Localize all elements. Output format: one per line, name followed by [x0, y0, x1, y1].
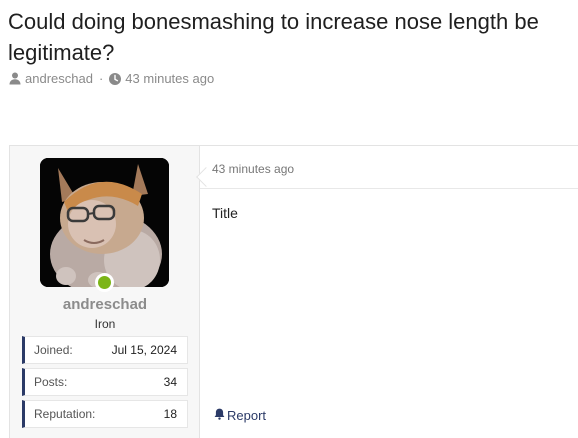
- stat-label: Posts:: [34, 375, 68, 389]
- thread-time-link[interactable]: 43 minutes ago: [125, 71, 214, 86]
- bell-icon: [214, 408, 225, 423]
- post-date-link[interactable]: 43 minutes ago: [212, 162, 294, 176]
- report-button[interactable]: Report: [214, 408, 266, 423]
- clock-icon: [109, 72, 122, 85]
- stat-label: Joined:: [34, 343, 73, 357]
- post-header-divider: [200, 188, 578, 189]
- stat-value: 18: [163, 407, 177, 421]
- stat-label: Reputation:: [34, 407, 96, 421]
- report-label: Report: [227, 408, 267, 423]
- thread-meta: andreschad · 43 minutes ago: [9, 71, 214, 86]
- online-status-indicator: [95, 273, 114, 292]
- post-user-pane: andreschad Iron Joined: Jul 15, 2024 Pos…: [10, 146, 200, 438]
- stat-value: 34: [163, 375, 177, 389]
- avatar[interactable]: [40, 158, 169, 287]
- thread-title: Could doing bonesmashing to increase nos…: [8, 9, 539, 65]
- post-username[interactable]: andreschad: [10, 296, 200, 313]
- post: andreschad Iron Joined: Jul 15, 2024 Pos…: [9, 145, 578, 438]
- user-icon: [9, 72, 21, 85]
- user-stat-posts: Posts: 34: [22, 368, 188, 396]
- post-content: 43 minutes ago Title Report: [200, 146, 578, 438]
- user-stat-reputation: Reputation: 18: [22, 400, 188, 428]
- stat-value: Jul 15, 2024: [111, 343, 177, 357]
- user-stat-joined: Joined: Jul 15, 2024: [22, 336, 188, 364]
- post-body: Title: [212, 205, 238, 221]
- user-rank: Iron: [94, 317, 116, 331]
- thread-author-link[interactable]: andreschad: [25, 71, 93, 86]
- meta-separator: ·: [98, 71, 104, 86]
